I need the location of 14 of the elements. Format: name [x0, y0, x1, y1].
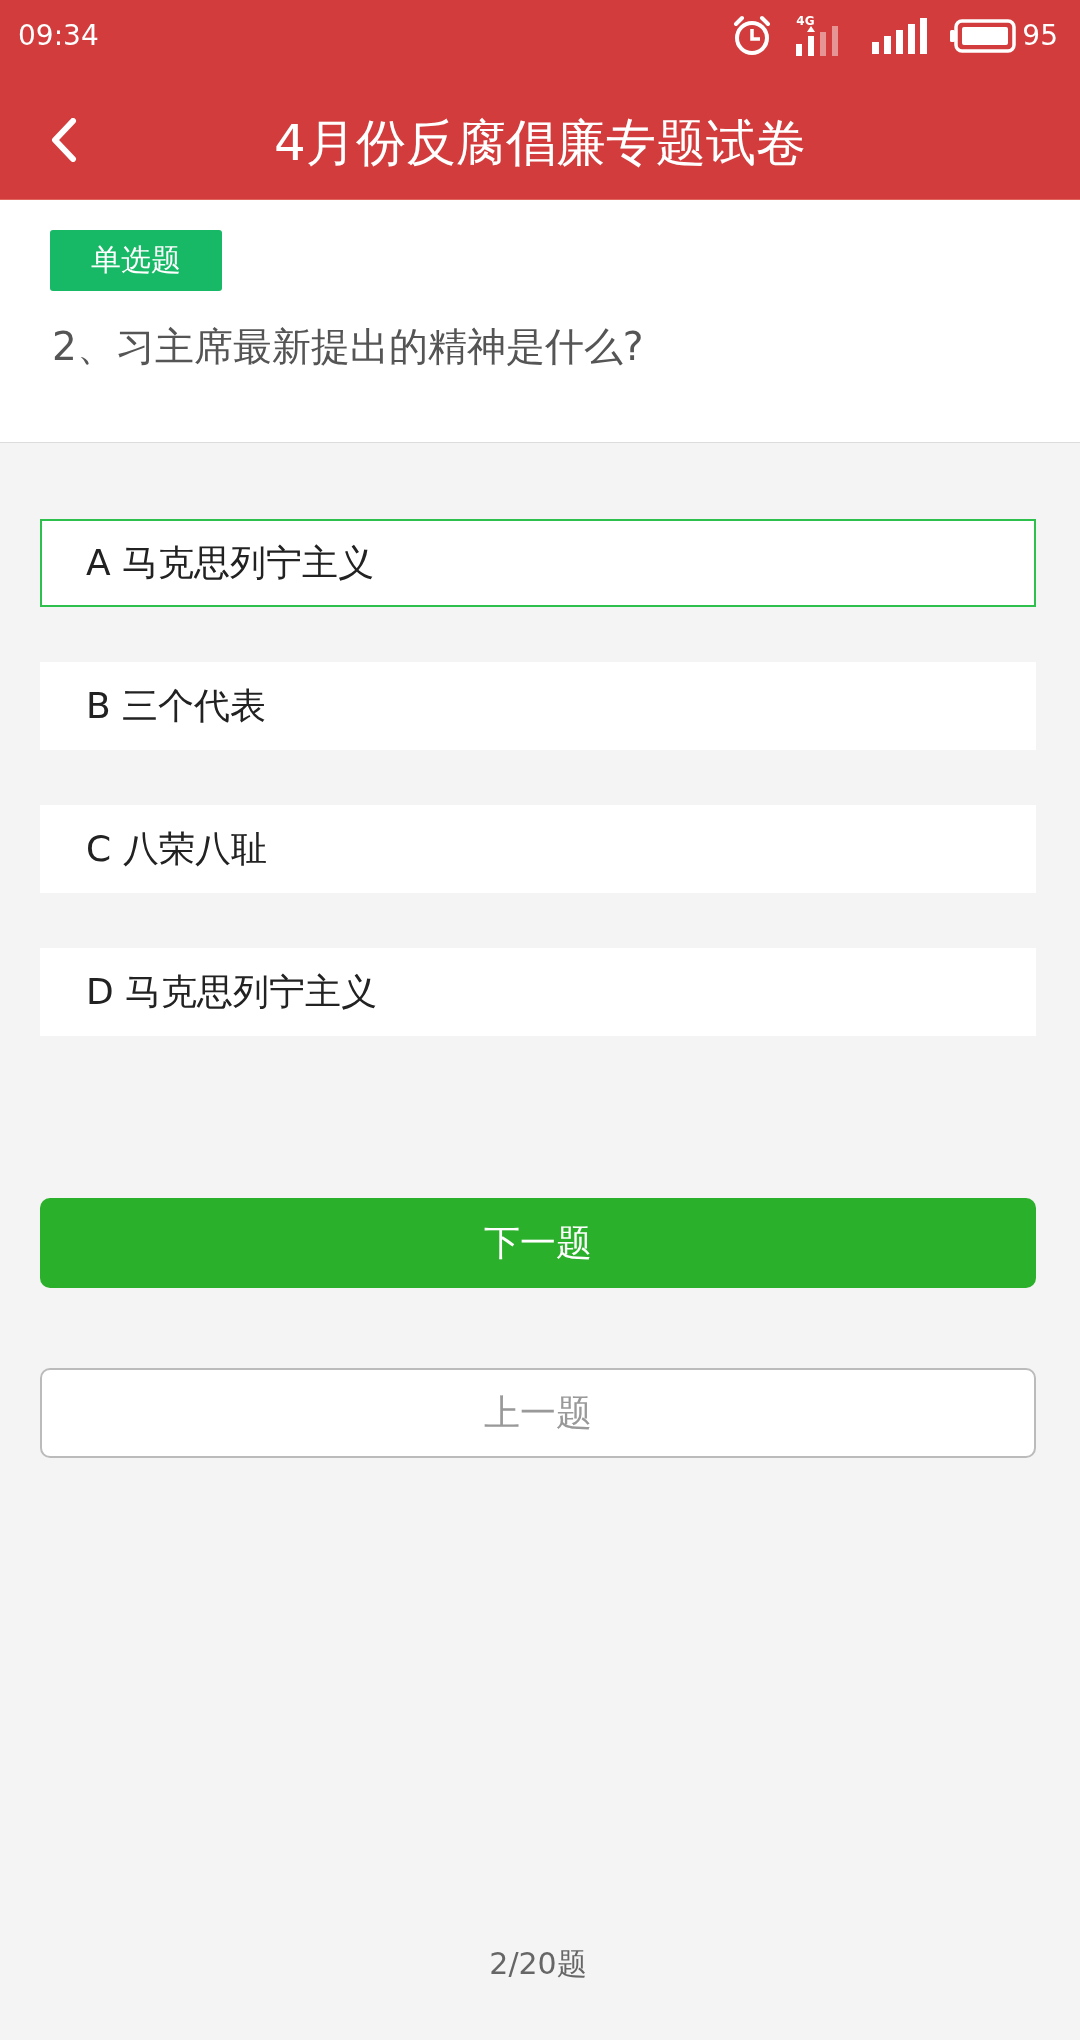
network-type-label: 4G: [796, 14, 815, 28]
battery-icon: [950, 19, 1017, 53]
answer-option[interactable]: A 马克思列宁主义: [40, 519, 1036, 607]
chevron-left-icon: [51, 118, 77, 162]
question-type-tag: 单选题: [50, 230, 222, 291]
page-title: 4月份反腐倡廉专题试卷: [274, 112, 806, 174]
question-counter-text: 2/20题: [489, 1945, 587, 1983]
signal-bars-icon: [872, 18, 929, 54]
answer-option[interactable]: B 三个代表: [40, 662, 1036, 750]
answer-option[interactable]: D 马克思列宁主义: [40, 948, 1036, 1036]
status-time: 09:34: [18, 18, 99, 54]
question-text: 2、习主席最新提出的精神是什么?: [52, 323, 645, 371]
answer-option[interactable]: C 八荣八耻: [40, 805, 1036, 893]
battery-percent: 95: [1022, 18, 1058, 54]
